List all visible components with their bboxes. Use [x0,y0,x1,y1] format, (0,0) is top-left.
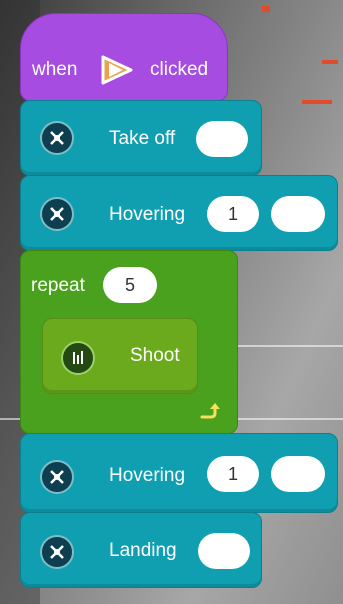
repeat-label: repeat [31,275,85,296]
clicked-label: clicked [150,59,209,80]
hovering-extra-input[interactable] [271,456,325,492]
repeat-count-input[interactable]: 5 [103,267,157,303]
drone-icon [40,197,74,231]
hovering-duration-input[interactable]: 1 [207,196,259,232]
landing-block[interactable]: Landing [20,512,262,588]
landing-label: Landing [109,540,177,561]
takeoff-label: Take off [109,128,176,149]
drone-icon [40,121,74,155]
background-mark [322,60,338,64]
hovering-duration-input[interactable]: 1 [207,456,259,492]
hovering-label: Hovering [109,204,186,225]
background-mark [262,6,270,12]
when-label: when [32,59,78,80]
hovering-block-1[interactable]: Hovering 1 [20,175,338,251]
background-mark [302,100,332,104]
drone-icon [40,460,74,494]
when-clicked-block[interactable]: when clicked [20,13,228,101]
play-icon [99,53,135,87]
shoot-block[interactable]: Shoot [42,318,198,394]
landing-input[interactable] [198,533,250,569]
hovering-label: Hovering [109,465,186,486]
shoot-label: Shoot [130,345,180,366]
takeoff-input[interactable] [196,121,248,157]
loop-arrow-icon [198,401,220,423]
takeoff-block[interactable]: Take off [20,100,262,176]
shoot-icon [61,341,95,375]
hovering-extra-input[interactable] [271,196,325,232]
drone-icon [40,535,74,569]
hovering-block-2[interactable]: Hovering 1 [20,433,338,513]
